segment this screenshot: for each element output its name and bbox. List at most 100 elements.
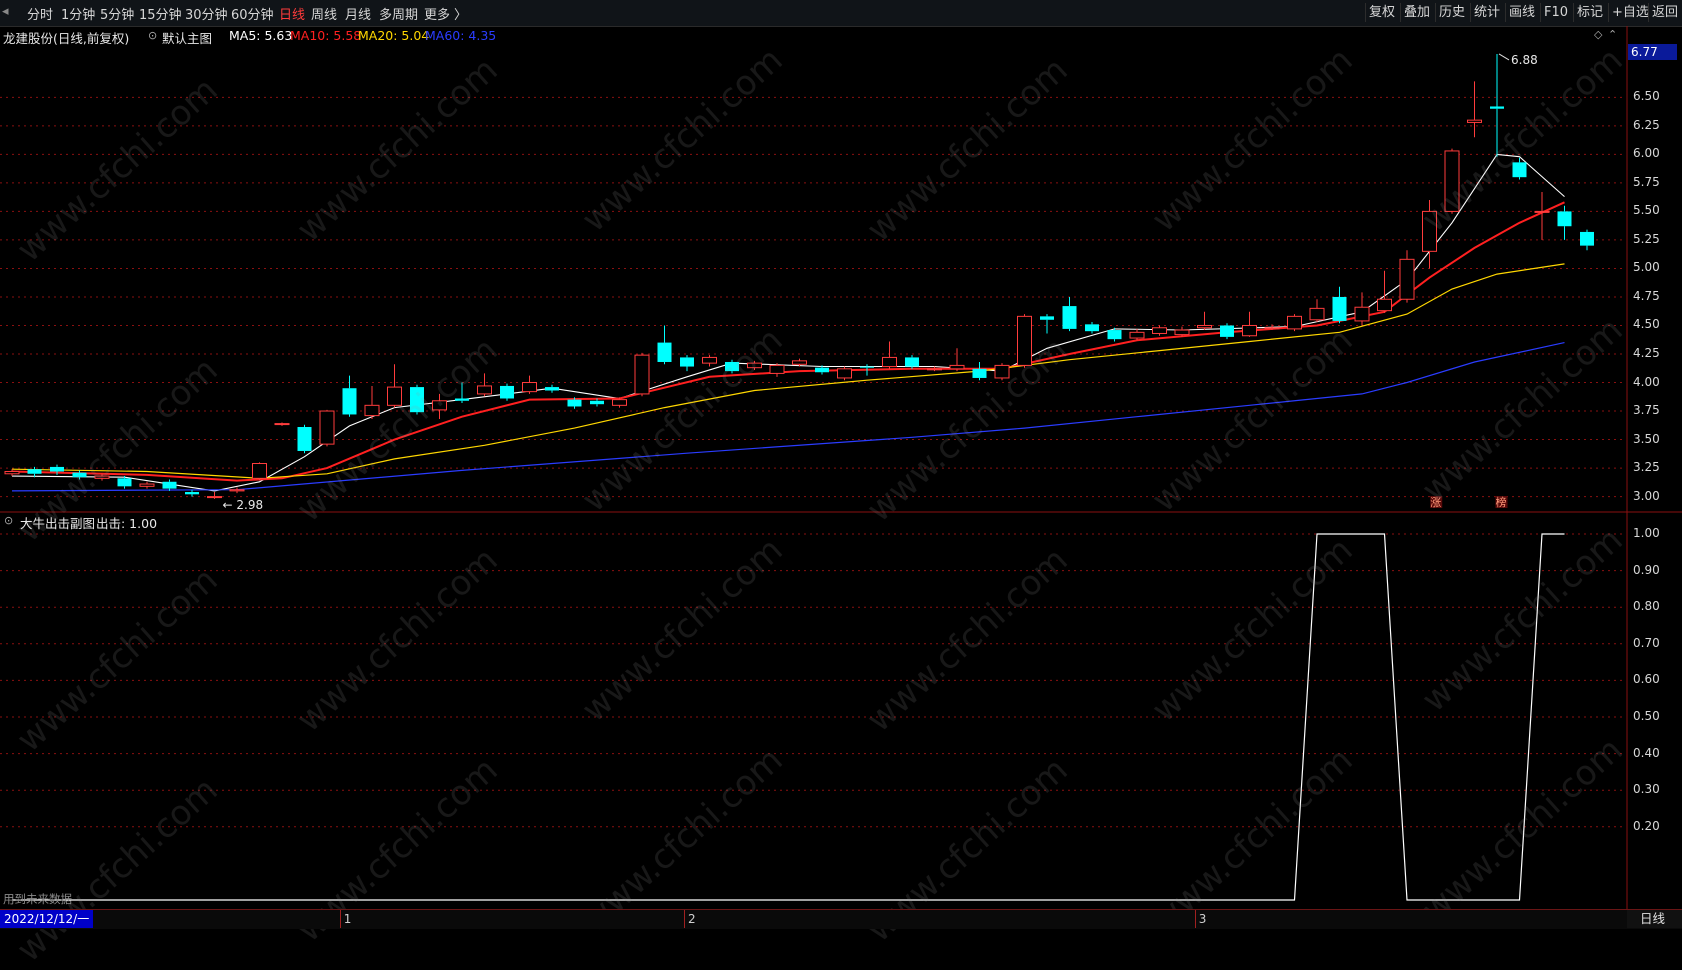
candle-body — [860, 366, 874, 368]
month-tick: 1 — [339, 910, 351, 928]
candle-body — [139, 483, 155, 487]
candle-body — [1399, 258, 1415, 300]
candle-body — [27, 469, 42, 474]
value-tick-label: 0.70 — [1633, 635, 1660, 650]
candle — [1534, 192, 1550, 240]
candle-body — [477, 385, 492, 395]
candle — [1287, 314, 1302, 332]
ma20-label: MA20: 5.04 — [358, 28, 430, 43]
chart-canvas[interactable]: 6.88 ← 2.98 涨 榜 — [0, 0, 1682, 928]
candle-body — [1287, 315, 1302, 330]
candle — [972, 361, 987, 381]
candle-body — [522, 382, 537, 393]
candle-body — [1512, 162, 1527, 178]
value-tick-label: 0.50 — [1633, 709, 1660, 723]
marker-label: 榜 — [1496, 495, 1507, 509]
candle — [680, 355, 694, 372]
candle-body — [1085, 324, 1099, 332]
candle-body — [905, 357, 919, 367]
candle-body — [949, 364, 965, 370]
ma10-label: MA10: 5.58 — [290, 28, 362, 43]
candle — [882, 341, 897, 369]
cursor-date-label: 2022/12/12/一 — [0, 910, 94, 928]
candle-body — [545, 387, 559, 391]
ma5-label: MA5: 5.63 — [229, 28, 293, 43]
candle-body — [387, 386, 402, 406]
candle — [364, 385, 380, 420]
candle-body — [410, 387, 424, 413]
candle — [1399, 250, 1415, 303]
last-price-badge: 6.77 — [1628, 44, 1677, 60]
period-indicator[interactable]: 日线 — [1627, 910, 1682, 928]
candle-body — [1242, 324, 1257, 337]
candle-body — [1220, 325, 1234, 337]
expand-up-icon[interactable]: ⌃ — [1608, 28, 1617, 41]
candle-body — [1332, 296, 1347, 321]
candle-body — [680, 357, 694, 367]
candle-body — [612, 399, 627, 406]
price-tick-label: 3.00 — [1633, 488, 1660, 503]
price-tick-label: 6.50 — [1633, 89, 1660, 104]
ma60-label: MA60: 4.35 — [425, 28, 497, 43]
candle-body — [1062, 306, 1077, 329]
candle-body — [1557, 211, 1572, 227]
candle — [1309, 299, 1325, 323]
candle — [342, 375, 357, 417]
main-chart-info-bar: 龙建股份(日线,前复权) ⊙ 默认主图 MA5: 5.63 MA10: 5.58… — [0, 27, 1620, 47]
candle — [1017, 314, 1032, 368]
candle — [1040, 314, 1054, 334]
candle — [702, 355, 717, 367]
candle-body — [657, 342, 672, 362]
month-tick: 3 — [1194, 910, 1206, 928]
indicator-title[interactable]: 大牛出击副图 — [20, 513, 95, 532]
candle-body — [1444, 150, 1460, 212]
diamond-icon[interactable]: ◇ — [1594, 28, 1602, 41]
indicator-polyline — [12, 533, 1565, 901]
month-tick: 2 — [684, 910, 696, 928]
candle — [1085, 322, 1099, 334]
candle-body — [342, 388, 357, 415]
candle-body — [702, 356, 717, 364]
candle-body — [229, 489, 245, 492]
candle-body — [1107, 330, 1122, 340]
candle-body — [1309, 307, 1325, 321]
candle-body — [319, 410, 335, 445]
future-data-notice: 用到未来数据 — [3, 892, 72, 906]
candle — [657, 325, 672, 365]
price-tick-label: 5.00 — [1633, 260, 1660, 275]
value-tick-label: 0.30 — [1633, 782, 1660, 797]
candle-body — [769, 364, 785, 374]
stock-name-label: 龙建股份(日线,前复权) — [3, 31, 130, 46]
template-label[interactable]: 默认主图 — [162, 28, 212, 47]
candle — [1062, 296, 1077, 332]
time-axis-bar: 2022/12/12/一 1 2 3 日线 — [0, 909, 1682, 929]
candle-body — [1017, 315, 1032, 366]
candle — [1242, 311, 1257, 337]
indicator-dropdown-icon[interactable]: ⊙ — [4, 514, 13, 527]
candle-body — [1354, 306, 1370, 322]
candle-body — [117, 478, 132, 487]
candle — [1444, 148, 1460, 214]
candle-body — [1197, 324, 1212, 329]
candle — [274, 422, 290, 426]
price-tick-label: 3.50 — [1633, 431, 1660, 446]
candle-body — [567, 399, 582, 407]
price-tick-label: 4.00 — [1633, 374, 1660, 389]
template-dropdown-icon[interactable]: ⊙ — [148, 29, 157, 42]
candle-body — [500, 385, 514, 399]
candle — [949, 348, 965, 372]
candle-body — [50, 466, 64, 472]
candle-body — [747, 362, 762, 369]
candle-body — [792, 360, 807, 365]
candle-body — [590, 400, 604, 405]
candle-body — [455, 398, 469, 401]
value-tick-label: 1.00 — [1633, 526, 1660, 540]
moving-average-lines — [11, 153, 1565, 492]
candle — [1129, 328, 1145, 341]
candle — [522, 375, 537, 394]
value-tick-label: 0.40 — [1633, 745, 1660, 760]
candle — [27, 466, 42, 478]
candle — [432, 393, 447, 420]
candle-body — [207, 496, 222, 499]
candle-body — [1152, 327, 1167, 334]
